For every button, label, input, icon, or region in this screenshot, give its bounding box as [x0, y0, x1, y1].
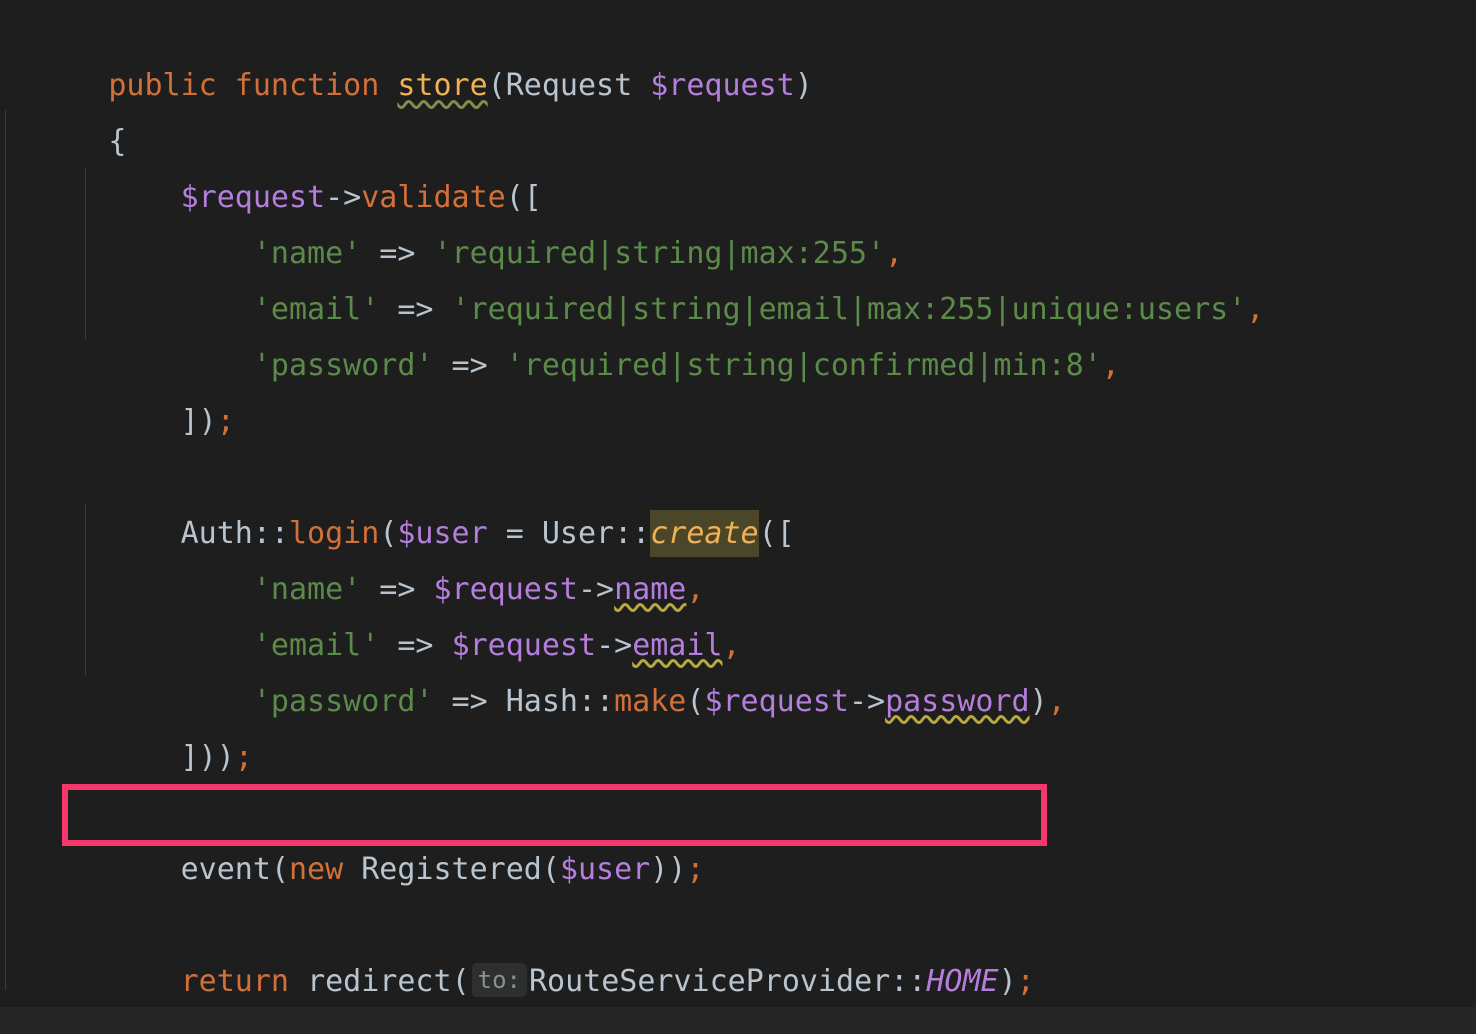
- code-line[interactable]: }: [0, 954, 126, 1007]
- code-line[interactable]: 'email' => 'required|string|email|max:25…: [0, 226, 1264, 327]
- token-fat-arrow: =>: [433, 684, 506, 719]
- code-line[interactable]: 'name' => $request->name,: [0, 506, 705, 607]
- token-open-paren: (: [451, 964, 470, 999]
- code-line-event-dispatch[interactable]: event(new Registered($user));: [0, 786, 705, 887]
- code-editor-screenshot: public function store(Request $request) …: [0, 0, 1476, 1034]
- code-line[interactable]: public function store(Request $request): [0, 2, 812, 103]
- token-function-event: event: [180, 852, 271, 887]
- code-line[interactable]: $request->validate([: [0, 114, 542, 215]
- token-keyword-return: return: [180, 964, 289, 999]
- token-string-rules-password: 'required|string|confirmed|min:8': [505, 348, 1102, 383]
- token-method-make: make: [614, 684, 687, 719]
- code-line[interactable]: Auth::login($user = User::create([: [0, 450, 795, 557]
- token-semicolon: ;: [686, 852, 705, 887]
- inlay-parameter-hint-to[interactable]: to:: [471, 963, 527, 997]
- token-close-parens: )): [650, 852, 687, 887]
- token-semicolon: ;: [234, 740, 253, 775]
- token-class-route-service-provider: RouteServiceProvider::: [528, 964, 927, 999]
- code-line[interactable]: 'password' => Hash::make($request->passw…: [0, 618, 1066, 719]
- token-variable-user: $user: [559, 852, 651, 887]
- token-constant-home: HOME: [926, 964, 999, 999]
- token-variable-request: $request: [704, 684, 849, 719]
- token-string-key-password: 'password': [252, 348, 434, 383]
- token-function-name-store: store: [397, 68, 488, 103]
- token-class-registered: Registered: [361, 852, 542, 887]
- token-close-paren: ): [998, 964, 1017, 999]
- token-class-hash: Hash::: [505, 684, 615, 719]
- token-open-paren-bracket: ([: [758, 516, 795, 551]
- token-close-bracket-paren: ]): [180, 404, 217, 439]
- token-open-paren: (: [270, 852, 289, 887]
- token-open-paren: (: [541, 852, 560, 887]
- code-line[interactable]: {: [0, 58, 126, 159]
- code-line[interactable]: ]));: [0, 674, 253, 775]
- token-fat-arrow: =>: [433, 348, 506, 383]
- token-open-paren: (: [686, 684, 705, 719]
- token-semicolon: ;: [1016, 964, 1035, 999]
- code-line[interactable]: 'email' => $request->email,: [0, 562, 741, 663]
- code-line[interactable]: ]);: [0, 338, 235, 439]
- token-param-type-request: (Request: [487, 68, 651, 103]
- token-semicolon: ;: [216, 404, 235, 439]
- token-variable-request: $request: [650, 68, 795, 103]
- token-property-password: password: [885, 684, 1030, 719]
- token-comma: ,: [1047, 684, 1066, 719]
- token-close-paren: ): [1029, 684, 1048, 719]
- token-comma: ,: [1246, 292, 1265, 327]
- editor-bottom-bar: [0, 1007, 1476, 1034]
- token-function-redirect: redirect: [307, 964, 452, 999]
- token-keyword-new: new: [289, 852, 362, 887]
- token-comma: ,: [1101, 348, 1120, 383]
- token-keyword-public-function: public function: [108, 68, 398, 103]
- code-line[interactable]: 'password' => 'required|string|confirmed…: [0, 282, 1120, 383]
- token-close-paren: ): [794, 68, 813, 103]
- token-arrow: ->: [848, 684, 886, 719]
- token-close-bracket-parens: ])): [180, 740, 235, 775]
- token-string-key-password: 'password': [252, 684, 434, 719]
- code-line[interactable]: return redirect(to: RouteServiceProvider:…: [0, 898, 1035, 999]
- code-editor-surface[interactable]: public function store(Request $request) …: [0, 0, 1476, 1007]
- code-line[interactable]: 'name' => 'required|string|max:255',: [0, 170, 903, 271]
